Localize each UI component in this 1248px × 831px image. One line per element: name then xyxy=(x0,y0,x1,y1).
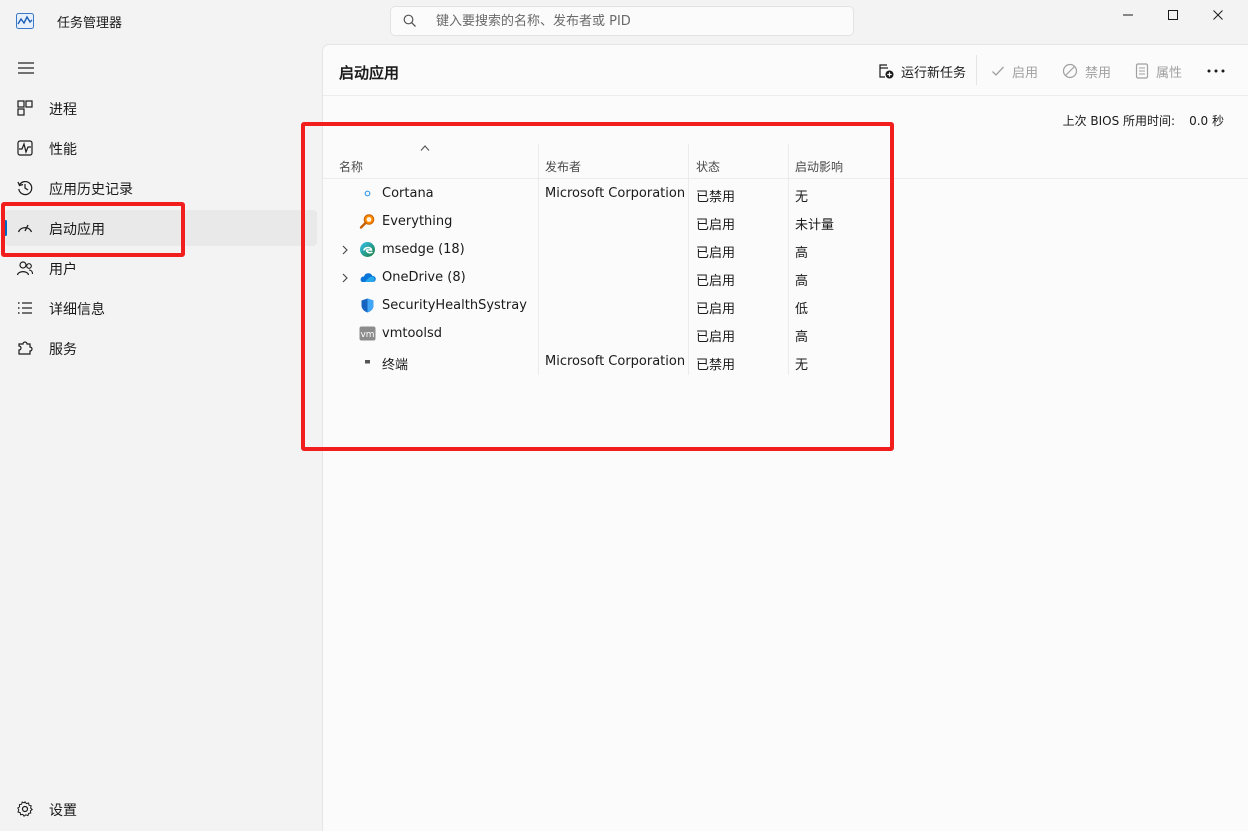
sidebar-item-performance[interactable]: 性能 xyxy=(4,130,317,166)
gear-icon xyxy=(17,800,33,817)
history-clock-icon xyxy=(17,181,33,196)
maximize-button[interactable] xyxy=(1151,0,1195,30)
properties-label: 属性 xyxy=(1156,65,1183,81)
bios-time-label: 上次 BIOS 所用时间: xyxy=(1062,114,1176,128)
enable-button[interactable]: 启用 xyxy=(991,60,1038,82)
sidebar-item-processes[interactable]: 进程 xyxy=(4,90,317,126)
window-title: 任务管理器 xyxy=(57,16,123,31)
run-new-task-button[interactable]: 运行新任务 xyxy=(878,60,966,82)
properties-icon xyxy=(1135,63,1149,79)
close-button[interactable] xyxy=(1196,0,1240,30)
details-list-icon xyxy=(18,302,32,314)
sidebar-item-label: 性能 xyxy=(49,142,77,158)
sidebar-item-label: 详细信息 xyxy=(49,302,105,318)
sidebar-item-settings[interactable]: 设置 xyxy=(4,791,317,827)
page-title: 启动应用 xyxy=(339,64,400,82)
search-icon xyxy=(403,14,416,27)
more-options-button[interactable] xyxy=(1207,60,1232,82)
disable-button[interactable]: 禁用 xyxy=(1062,60,1111,82)
hamburger-icon xyxy=(18,62,34,74)
more-dots-icon xyxy=(1207,69,1225,73)
sidebar-item-services[interactable]: 服务 xyxy=(4,330,317,366)
sidebar-item-app-history[interactable]: 应用历史记录 xyxy=(4,170,317,206)
maximize-icon xyxy=(1168,10,1178,20)
properties-button[interactable]: 属性 xyxy=(1135,60,1182,82)
performance-chart-icon xyxy=(17,140,33,156)
hamburger-menu-button[interactable] xyxy=(12,56,40,80)
checkmark-icon xyxy=(992,66,1004,76)
bios-time: 上次 BIOS 所用时间: 0.0 秒 xyxy=(1063,112,1224,129)
enable-label: 启用 xyxy=(1012,65,1039,81)
run-new-task-icon xyxy=(879,64,894,79)
users-icon xyxy=(16,261,34,276)
sidebar-item-label: 用户 xyxy=(49,262,77,278)
search-box[interactable] xyxy=(390,6,854,36)
toolbar-divider xyxy=(976,55,977,85)
sidebar: 进程 性能 应用历史记录 启动应用 用户 详细信息 服务 设置 xyxy=(0,44,322,831)
sidebar-item-label: 应用历史记录 xyxy=(49,182,133,198)
sidebar-item-label: 服务 xyxy=(49,342,77,358)
close-icon xyxy=(1213,10,1223,20)
annotation-highlight-table xyxy=(301,122,894,451)
sidebar-item-label: 设置 xyxy=(49,803,77,819)
run-new-task-label: 运行新任务 xyxy=(901,65,967,81)
minimize-icon xyxy=(1123,14,1133,16)
sidebar-item-details[interactable]: 详细信息 xyxy=(4,290,317,326)
bios-time-value: 0.0 秒 xyxy=(1189,114,1224,128)
annotation-highlight-sidebar xyxy=(1,202,185,257)
disable-label: 禁用 xyxy=(1085,65,1112,81)
processes-grid-icon xyxy=(17,100,33,116)
block-icon xyxy=(1062,63,1078,79)
search-input[interactable] xyxy=(436,11,836,31)
header-divider xyxy=(323,95,1248,96)
sidebar-item-label: 进程 xyxy=(49,102,77,118)
title-bar: 任务管理器 xyxy=(0,0,1248,44)
services-puzzle-icon xyxy=(18,341,33,355)
minimize-button[interactable] xyxy=(1106,0,1150,30)
task-manager-app-icon xyxy=(16,13,34,29)
